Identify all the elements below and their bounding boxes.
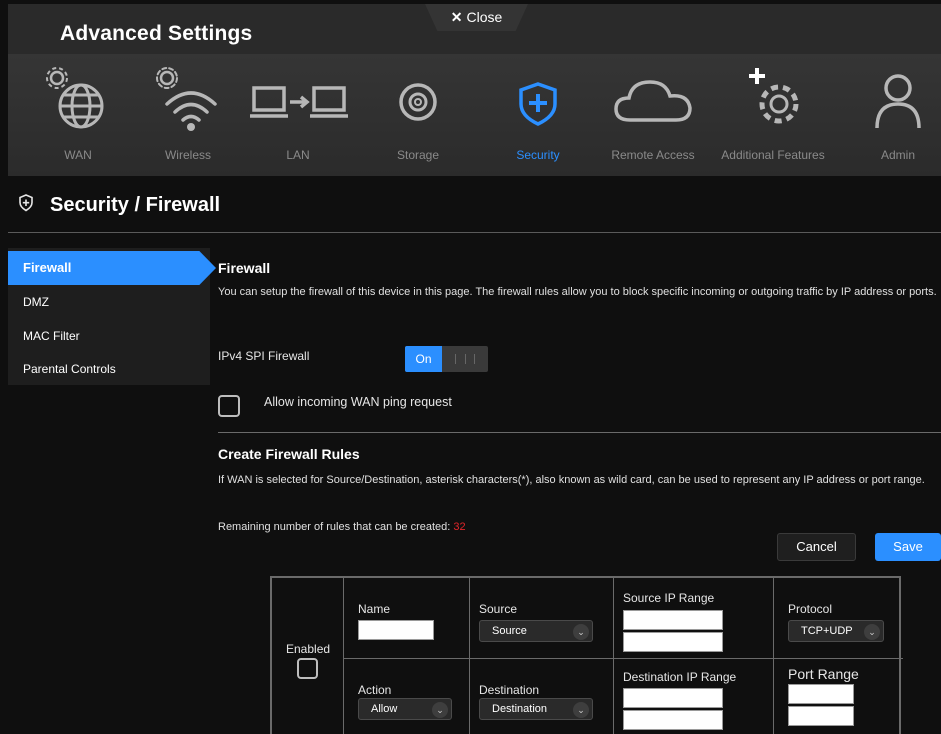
app-title: Advanced Settings — [60, 22, 253, 45]
nav-label-wan: WAN — [64, 148, 92, 162]
close-icon: ✕ — [450, 9, 463, 25]
lan-computers-icon — [250, 86, 348, 118]
toggle-on-label: On — [405, 346, 442, 372]
firewall-description: You can setup the firewall of this devic… — [218, 286, 937, 298]
chevron-down-icon: ⌄ — [432, 702, 448, 718]
nav-label-security: Security — [516, 148, 560, 162]
nav-item-lan[interactable]: LAN — [248, 54, 348, 176]
nav-label-lan: LAN — [286, 148, 310, 162]
rules-heading: Create Firewall Rules — [218, 446, 360, 462]
protocol-label: Protocol — [788, 602, 833, 616]
title-divider — [8, 232, 941, 233]
enabled-checkbox[interactable] — [297, 658, 318, 679]
nav-label-admin: Admin — [880, 148, 915, 162]
close-button[interactable]: ✕ Close — [425, 4, 528, 31]
chevron-down-icon: ⌄ — [573, 702, 589, 718]
sidebar-item-dmz[interactable]: DMZ — [8, 285, 210, 319]
storage-disc-icon — [399, 83, 437, 121]
save-button[interactable]: Save — [875, 533, 941, 561]
top-nav: WAN Wireless LAN Storage Security Remote… — [8, 54, 941, 176]
source-select-value: Source — [492, 625, 527, 637]
source-select[interactable]: Source ⌄ — [479, 620, 593, 642]
action-label: Action — [358, 683, 392, 697]
shield-plus-icon — [19, 194, 33, 212]
rules-description: If WAN is selected for Source/Destinatio… — [218, 474, 925, 486]
nav-label-additional-features: Additional Features — [721, 148, 825, 162]
sidebar-item-parental-controls[interactable]: Parental Controls — [8, 352, 210, 386]
remaining-rules-text: Remaining number of rules that can be cr… — [218, 520, 466, 534]
nav-label-storage: Storage — [396, 148, 440, 162]
shield-plus-icon — [519, 82, 557, 126]
wifi-gear-icon — [156, 67, 217, 131]
ping-request-checkbox[interactable] — [218, 395, 240, 417]
spi-firewall-toggle[interactable]: On — [405, 346, 488, 372]
port-range-end-input[interactable] — [788, 706, 854, 726]
column-divider — [613, 578, 614, 734]
port-range-start-input[interactable] — [788, 684, 854, 704]
destination-ip-start-input[interactable] — [623, 688, 723, 708]
sidebar: Firewall DMZ MAC Filter Parental Control… — [8, 248, 216, 386]
gear-plus-icon — [749, 68, 799, 124]
source-ip-start-input[interactable] — [623, 610, 723, 630]
action-select[interactable]: Allow ⌄ — [358, 698, 452, 720]
protocol-select-value: TCP+UDP — [801, 625, 853, 637]
nav-item-remote-access[interactable]: Remote Access — [598, 54, 708, 176]
enabled-label: Enabled — [286, 642, 331, 656]
section-divider — [218, 432, 941, 433]
name-label: Name — [358, 602, 391, 616]
nav-item-storage[interactable]: Storage — [378, 54, 458, 176]
chevron-down-icon: ⌄ — [864, 624, 880, 640]
nav-label-remote-access: Remote Access — [611, 148, 695, 162]
user-icon — [875, 74, 921, 129]
chevron-down-icon: ⌄ — [573, 624, 589, 640]
name-input[interactable] — [358, 620, 434, 640]
nav-item-additional-features[interactable]: Additional Features — [713, 54, 833, 176]
column-divider — [343, 578, 344, 734]
cancel-button[interactable]: Cancel — [777, 533, 856, 561]
nav-item-security[interactable]: Security — [498, 54, 578, 176]
rules-table: Enabled Name Action Allow ⌄ Source Sourc… — [270, 576, 903, 734]
nav-label-wireless: Wireless — [164, 148, 211, 162]
row-divider — [343, 658, 903, 659]
column-divider — [773, 578, 774, 734]
source-ip-range-label: Source IP Range — [623, 591, 715, 605]
source-label: Source — [479, 602, 518, 616]
protocol-select[interactable]: TCP+UDP ⌄ — [788, 620, 884, 642]
spi-firewall-label: IPv4 SPI Firewall — [218, 349, 310, 363]
destination-label: Destination — [479, 683, 540, 697]
toggle-grip-icon — [455, 354, 475, 364]
remaining-rules-count: 32 — [453, 521, 466, 533]
column-divider — [469, 578, 470, 734]
port-range-label: Port Range — [788, 666, 859, 682]
source-ip-end-input[interactable] — [623, 632, 723, 652]
cloud-icon — [614, 80, 692, 122]
firewall-heading: Firewall — [218, 260, 271, 276]
sidebar-item-mac-filter[interactable]: MAC Filter — [8, 319, 210, 353]
nav-item-wan[interactable]: WAN — [38, 54, 118, 176]
sidebar-item-firewall[interactable]: Firewall — [8, 251, 216, 285]
destination-ip-end-input[interactable] — [623, 710, 723, 730]
close-label: Close — [466, 9, 503, 25]
remaining-rules-label: Remaining number of rules that can be cr… — [218, 521, 451, 533]
destination-select-value: Destination — [492, 703, 548, 715]
action-select-value: Allow — [371, 703, 398, 715]
globe-gear-icon — [46, 67, 104, 129]
destination-select[interactable]: Destination ⌄ — [479, 698, 593, 720]
ping-request-label: Allow incoming WAN ping request — [264, 395, 452, 409]
nav-item-wireless[interactable]: Wireless — [148, 54, 228, 176]
page-title: Security / Firewall — [50, 194, 221, 216]
page-title-row: Security / Firewall — [8, 176, 941, 232]
destination-ip-range-label: Destination IP Range — [623, 670, 737, 684]
nav-item-admin[interactable]: Admin — [858, 54, 938, 176]
